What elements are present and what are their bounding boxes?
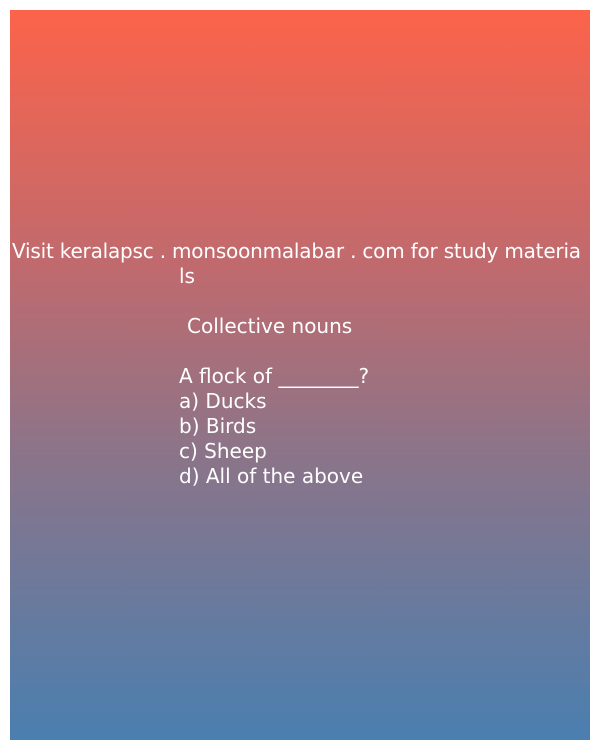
quiz-card: Visit keralapsc . monsoonmalabar . com f… [10, 10, 590, 740]
question-text: A flock of ________? [179, 364, 370, 388]
promo-text-continuation: ls [179, 264, 195, 288]
option-b: b) Birds [179, 414, 257, 438]
option-c: c) Sheep [179, 439, 267, 463]
topic-heading: Collective nouns [187, 314, 353, 338]
option-d: d) All of the above [179, 464, 364, 488]
option-a: a) Ducks [179, 389, 267, 413]
options-list: a) Ducks b) Birds c) Sheep d) All of the… [179, 389, 363, 489]
promo-text: Visit keralapsc . monsoonmalabar . com f… [12, 239, 581, 263]
